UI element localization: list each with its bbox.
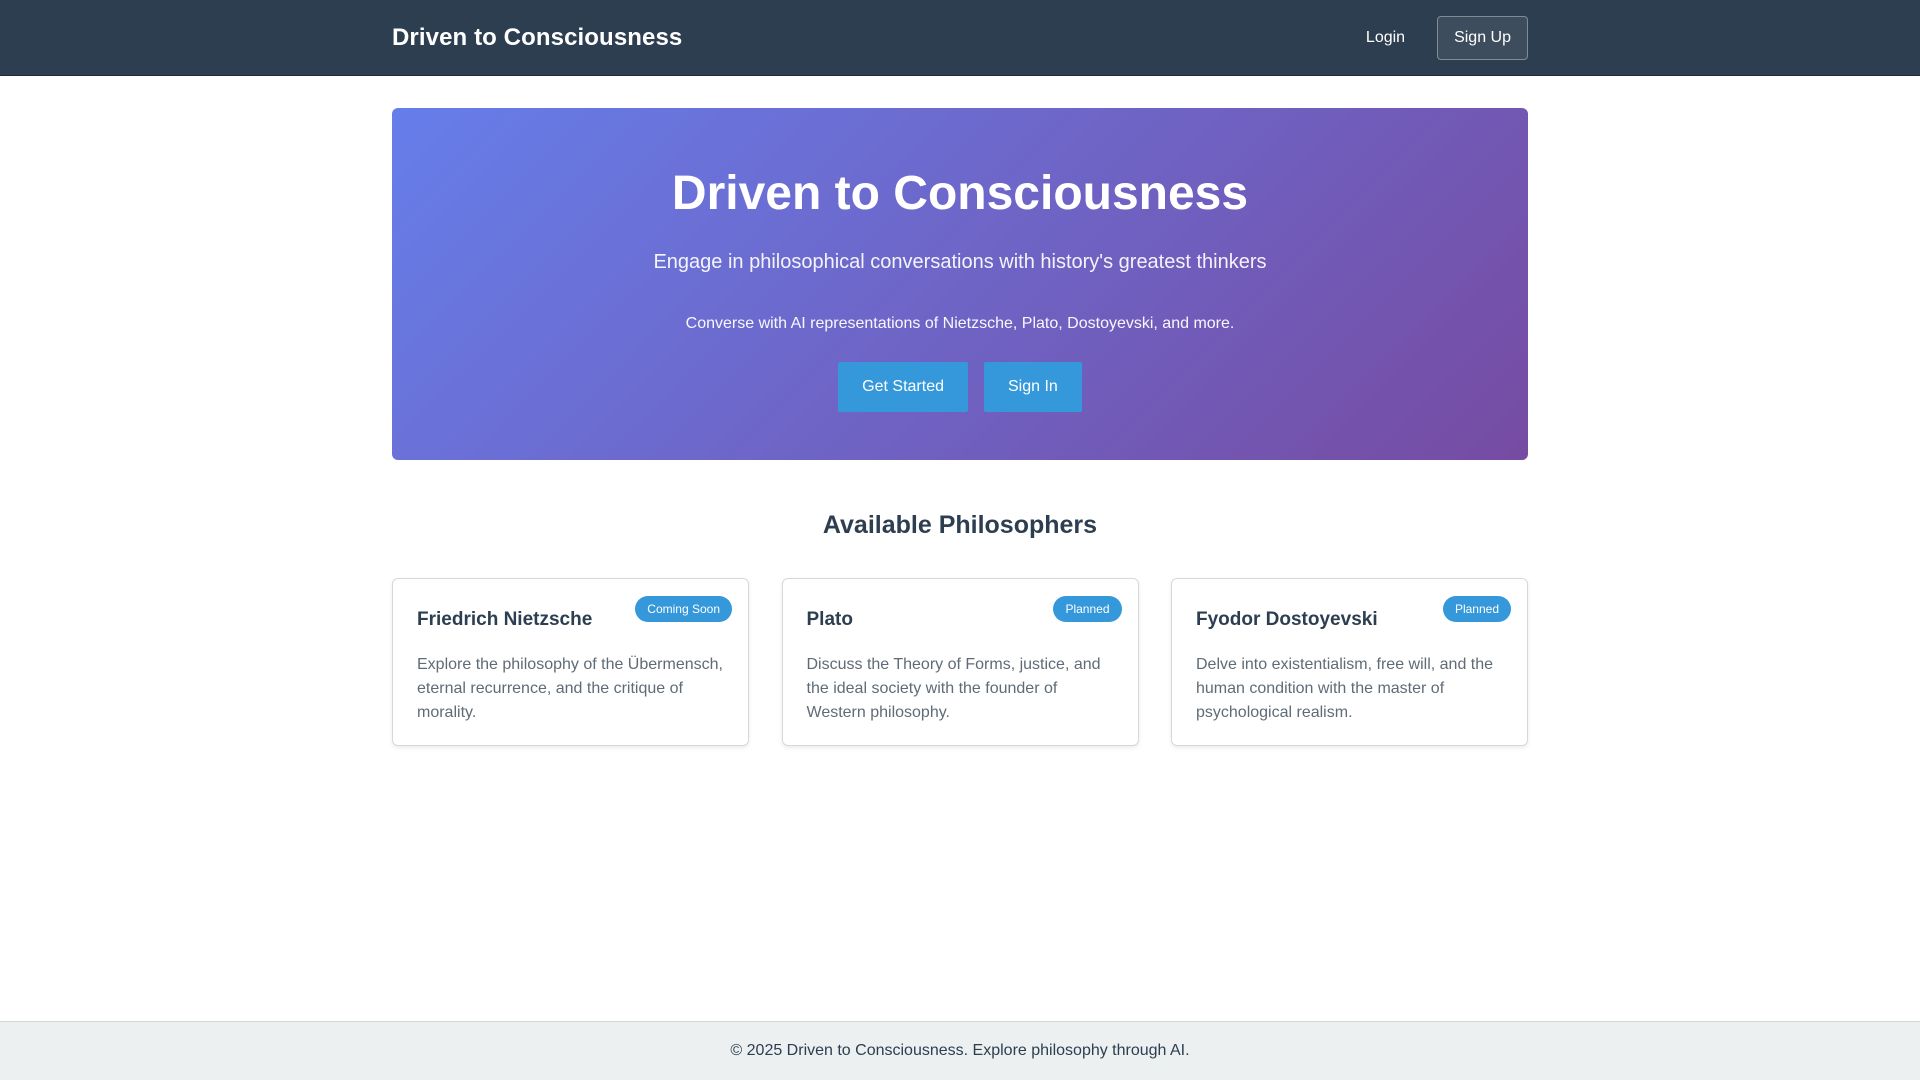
philosophers-heading: Available Philosophers: [822, 511, 1098, 539]
philosopher-card-plato[interactable]: Planned Plato Discuss the Theory of Form…: [781, 578, 1139, 746]
hero-subtitle: Engage in philosophical conversations wi…: [653, 251, 1267, 273]
login-button[interactable]: Login: [1350, 19, 1421, 57]
hero-banner: Driven to Consciousness Engage in philos…: [392, 108, 1528, 460]
philosopher-card-dostoyevski[interactable]: Planned Fyodor Dostoyevski Delve into ex…: [1171, 578, 1528, 746]
status-badge: Planned: [1053, 596, 1122, 622]
navbar-container: Driven to Consciousness Login Sign Up: [392, 0, 1528, 76]
philosopher-description: Explore the philosophy of the Übermensch…: [417, 656, 723, 721]
brand-logo-text[interactable]: Driven to Consciousness: [392, 24, 682, 52]
status-badge: Coming Soon: [635, 596, 732, 622]
philosopher-card-nietzsche[interactable]: Coming Soon Friedrich Nietzsche Explore …: [392, 578, 749, 746]
footer: © 2025 Driven to Consciousness. Explore …: [0, 1021, 1920, 1080]
get-started-button[interactable]: Get Started: [838, 362, 968, 412]
philosopher-description: Discuss the Theory of Forms, justice, an…: [806, 656, 1101, 721]
philosopher-description: Delve into existentialism, free will, an…: [1196, 656, 1494, 721]
nav-actions: Login Sign Up: [1350, 16, 1528, 60]
hero-buttons: Get Started Sign In: [392, 362, 1528, 412]
hero-title: Driven to Consciousness: [671, 167, 1249, 220]
navbar: Driven to Consciousness Login Sign Up: [0, 0, 1920, 76]
philosopher-cards: Coming Soon Friedrich Nietzsche Explore …: [392, 578, 1528, 746]
footer-text: © 2025 Driven to Consciousness. Explore …: [730, 1042, 1190, 1059]
sign-in-button[interactable]: Sign In: [984, 362, 1082, 412]
hero-description: Converse with AI representations of Niet…: [685, 315, 1235, 332]
status-badge: Planned: [1442, 596, 1511, 622]
signup-button[interactable]: Sign Up: [1437, 16, 1528, 60]
